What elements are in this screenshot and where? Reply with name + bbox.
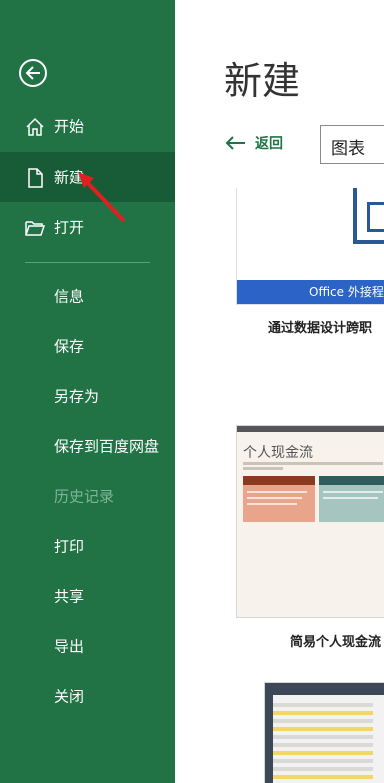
- sidebar-item-label: 信息: [54, 287, 85, 306]
- sidebar-item-close[interactable]: 关闭: [0, 671, 175, 721]
- sidebar-item-label: 关闭: [54, 687, 85, 706]
- sidebar-item-label: 开始: [54, 117, 85, 136]
- home-icon: [26, 117, 44, 136]
- template-thumbnail[interactable]: Office 外接程序: [236, 188, 384, 305]
- sidebar-item-label: 另存为: [54, 387, 100, 406]
- template-caption[interactable]: 通过数据设计跨职: [268, 317, 372, 336]
- sidebar-item-label: 导出: [54, 637, 85, 656]
- sidebar-item-info[interactable]: 信息: [0, 271, 175, 321]
- sidebar-item-history: 历史记录: [0, 471, 175, 521]
- template-thumbnail[interactable]: [264, 682, 384, 783]
- template-search-input[interactable]: 图表: [320, 125, 384, 164]
- back-arrow-icon: [25, 66, 40, 80]
- sidebar-item-save-as[interactable]: 另存为: [0, 371, 175, 421]
- backstage-sidebar: 开始 新建 打开 信息 保存 另存为 保存到百度网盘 历史记录 打印 共享 导出…: [0, 0, 175, 783]
- thumbnail-card: [243, 476, 315, 522]
- new-workbook-panel: 新建 返回 图表 Office 外接程序 通过数据设计跨职 个人现金流: [175, 0, 384, 783]
- sidebar-item-save[interactable]: 保存: [0, 321, 175, 371]
- flowchart-diagram-image: [353, 188, 384, 244]
- template-caption[interactable]: 简易个人现金流: [290, 631, 381, 650]
- sidebar-item-save-to-baidu[interactable]: 保存到百度网盘: [0, 421, 175, 471]
- back-link-label: 返回: [255, 136, 283, 152]
- open-folder-icon: [25, 221, 46, 236]
- back-link[interactable]: 返回: [225, 133, 283, 153]
- annotation-arrow-icon: [78, 172, 126, 223]
- sidebar-item-label: 共享: [54, 587, 85, 606]
- new-document-icon: [28, 168, 43, 188]
- thumbnail-title: 个人现金流: [243, 445, 313, 461]
- template-gallery: Office 外接程序 通过数据设计跨职 个人现金流: [175, 188, 384, 783]
- back-button[interactable]: [19, 59, 47, 87]
- left-arrow-icon: [225, 136, 245, 150]
- sidebar-divider: [25, 262, 150, 263]
- sidebar-item-print[interactable]: 打印: [0, 521, 175, 571]
- thumbnail-card: [319, 476, 384, 522]
- sidebar-item-share[interactable]: 共享: [0, 571, 175, 621]
- sidebar-item-label: 保存到百度网盘: [54, 437, 160, 456]
- sidebar-item-home[interactable]: 开始: [0, 101, 175, 151]
- sidebar-item-export[interactable]: 导出: [0, 621, 175, 671]
- sidebar-item-label: 打印: [54, 537, 85, 556]
- template-thumbnail[interactable]: 个人现金流: [236, 425, 384, 618]
- page-title: 新建: [224, 59, 301, 103]
- sidebar-item-label: 历史记录: [54, 487, 115, 506]
- template-banner: Office 外接程序: [237, 280, 384, 304]
- sidebar-item-label: 保存: [54, 337, 85, 356]
